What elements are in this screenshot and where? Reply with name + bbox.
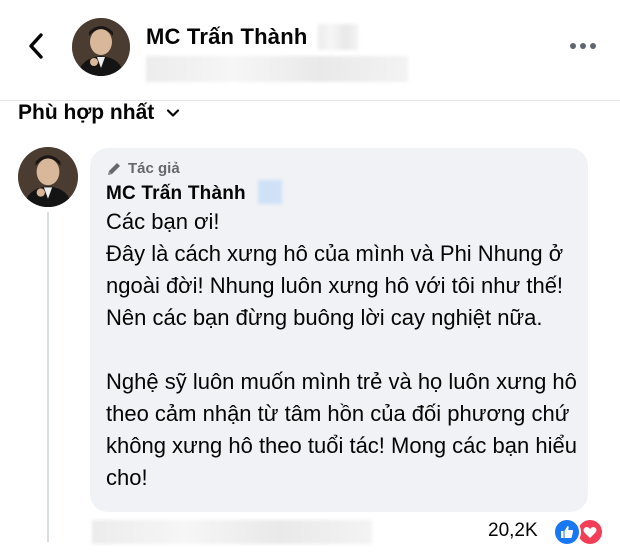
comment-avatar[interactable] xyxy=(18,147,78,207)
pen-icon xyxy=(108,162,120,175)
blurred-region xyxy=(92,520,372,544)
blurred-region xyxy=(258,180,282,204)
heart-icon xyxy=(583,526,597,538)
blurred-region xyxy=(318,24,358,50)
more-options-button[interactable] xyxy=(566,36,600,56)
blurred-region xyxy=(146,56,408,82)
avatar[interactable] xyxy=(72,18,130,76)
author-badge-label: Tác giả xyxy=(128,160,180,177)
page-name[interactable]: MC Trấn Thành xyxy=(146,24,308,50)
thread-line xyxy=(47,212,49,542)
like-icon[interactable] xyxy=(553,518,581,546)
reaction-count[interactable]: 20,2K xyxy=(488,520,538,542)
sort-dropdown[interactable]: Phù hợp nhất xyxy=(18,100,180,126)
chevron-left-icon xyxy=(29,33,43,59)
profile-photo xyxy=(18,147,78,207)
post-header: MC Trấn Thành xyxy=(0,0,620,96)
comment-bubble[interactable]: Tác giả MC Trấn Thành Các bạn ơi! Đây là… xyxy=(90,148,588,512)
more-horizontal-icon xyxy=(570,43,596,49)
author-badge: Tác giả xyxy=(106,160,180,177)
thumbs-up-icon xyxy=(561,526,574,538)
comment-text: Các bạn ơi! Đây là cách xưng hô của mình… xyxy=(106,209,577,490)
back-button[interactable] xyxy=(18,28,54,64)
profile-photo xyxy=(72,18,130,76)
chevron-down-icon xyxy=(167,109,180,117)
sort-label: Phù hợp nhất xyxy=(18,101,155,124)
comment-author[interactable]: MC Trấn Thành xyxy=(106,183,246,205)
